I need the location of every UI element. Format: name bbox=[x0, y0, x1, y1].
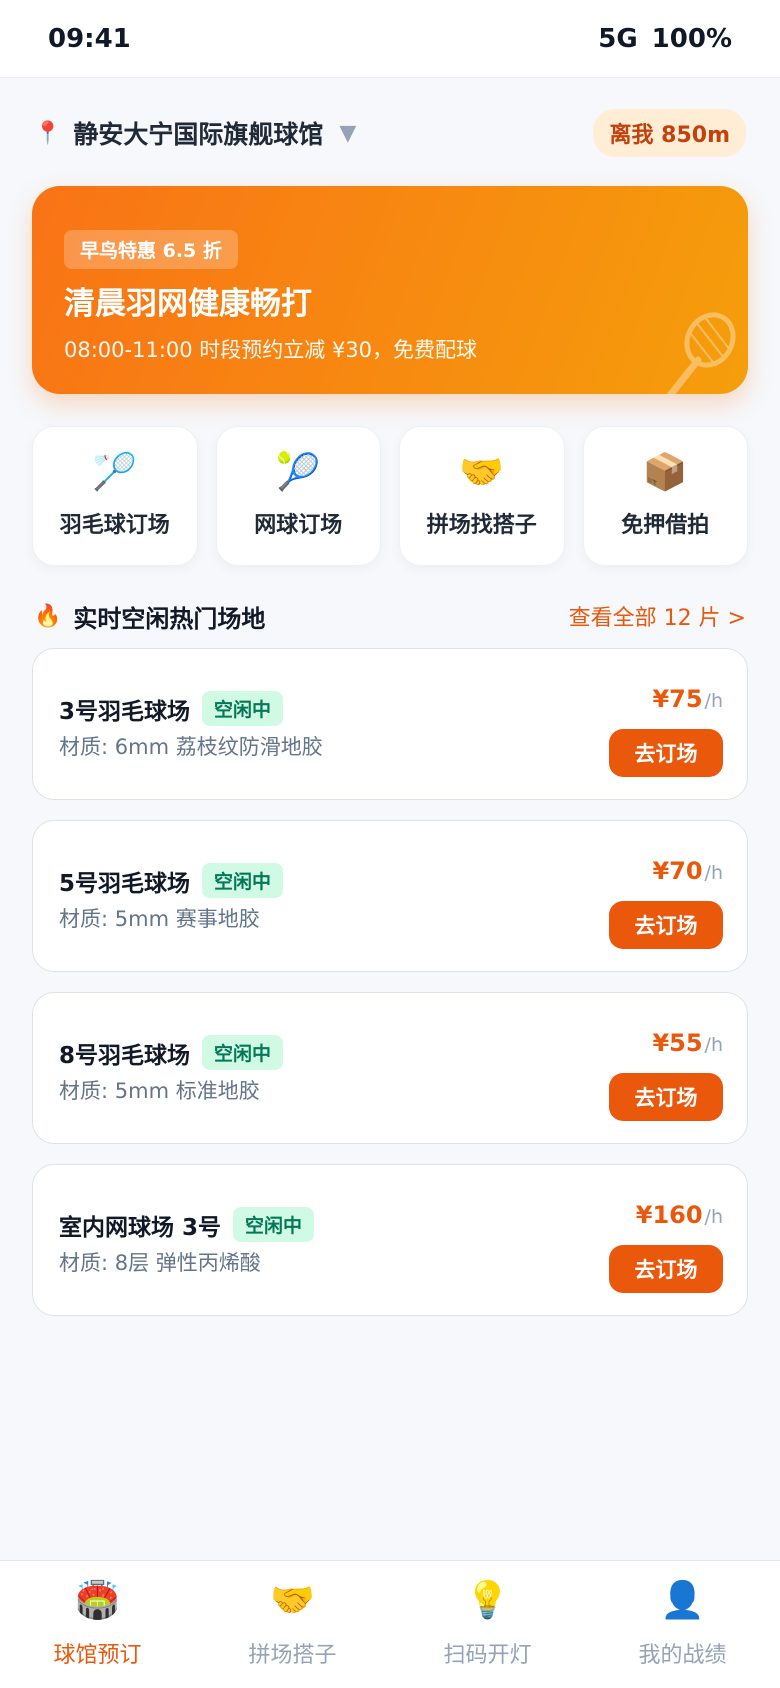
status-badge: 空闲中 bbox=[202, 691, 284, 726]
quick-action-racket-rental[interactable]: 📦 免押借拍 bbox=[582, 426, 748, 566]
tennis-icon: 🎾 bbox=[275, 452, 321, 493]
tab-partner[interactable]: 🤝 拼场搭子 bbox=[195, 1561, 390, 1688]
quick-action-label: 拼场找搭子 bbox=[426, 513, 537, 538]
venue-selector[interactable]: 📍 静安大宁国际旗舰球馆 ▼ bbox=[34, 115, 356, 151]
quick-action-label: 免押借拍 bbox=[621, 513, 710, 538]
court-material: 材质: 5mm 标准地胶 bbox=[59, 1079, 260, 1103]
price-value: ¥55 bbox=[652, 1029, 703, 1057]
distance-badge: 离我 850m bbox=[593, 109, 746, 157]
badminton-icon: 🏸 bbox=[92, 452, 138, 493]
court-card[interactable]: 3号羽毛球场 空闲中 材质: 6mm 荔枝纹防滑地胶 ¥75 /h 去订场 bbox=[32, 648, 748, 800]
price-value: ¥160 bbox=[635, 1201, 703, 1229]
price-unit: /h bbox=[704, 1206, 723, 1228]
status-badge: 空闲中 bbox=[233, 1207, 315, 1242]
price-value: ¥75 bbox=[652, 685, 703, 713]
price-unit: /h bbox=[704, 862, 723, 884]
book-court-button[interactable]: 去订场 bbox=[609, 901, 723, 949]
court-name: 3号羽毛球场 bbox=[59, 698, 191, 725]
view-all-link[interactable]: 查看全部 12 片 > bbox=[569, 600, 746, 632]
price: ¥75 /h bbox=[652, 685, 723, 713]
network-indicator: 5G bbox=[598, 23, 638, 54]
venue-row: 📍 静安大宁国际旗舰球馆 ▼ 离我 850m bbox=[34, 109, 746, 157]
tab-label: 拼场搭子 bbox=[248, 1643, 337, 1668]
price: ¥160 /h bbox=[636, 1201, 723, 1229]
tab-scan-light[interactable]: 💡 扫码开灯 bbox=[390, 1561, 585, 1688]
quick-actions: 🏸 羽毛球订场 🎾 网球订场 🤝 拼场找搭子 📦 免押借拍 bbox=[32, 426, 748, 566]
racket-icon bbox=[666, 312, 736, 394]
promo-subtitle: 08:00-11:00 时段预约立减 ¥30，免费配球 bbox=[64, 338, 478, 362]
court-material: 材质: 8层 弹性丙烯酸 bbox=[59, 1251, 261, 1275]
battery-indicator: 100% bbox=[651, 23, 732, 54]
court-material: 材质: 6mm 荔枝纹防滑地胶 bbox=[59, 735, 323, 759]
promo-tag: 早鸟特惠 6.5 折 bbox=[64, 230, 238, 269]
bottom-tab-bar: 🏟️ 球馆预订 🤝 拼场搭子 💡 扫码开灯 👤 我的战绩 bbox=[0, 1560, 780, 1688]
promo-banner[interactable]: 早鸟特惠 6.5 折 清晨羽网健康畅打 08:00-11:00 时段预约立减 ¥… bbox=[32, 186, 748, 394]
price-value: ¥70 bbox=[652, 857, 703, 885]
section-header: 🔥 实时空闲热门场地 查看全部 12 片 > bbox=[34, 596, 746, 636]
quick-action-find-partner[interactable]: 🤝 拼场找搭子 bbox=[399, 426, 565, 566]
court-name: 室内网球场 3号 bbox=[59, 1214, 222, 1241]
quick-action-label: 羽毛球订场 bbox=[59, 513, 170, 538]
status-badge: 空闲中 bbox=[202, 863, 284, 898]
lightbulb-icon: 💡 bbox=[465, 1580, 510, 1621]
chevron-down-icon: ▼ bbox=[339, 120, 357, 146]
package-icon: 📦 bbox=[642, 452, 688, 493]
tab-label: 我的战绩 bbox=[638, 1643, 727, 1668]
handshake-icon: 🤝 bbox=[459, 452, 505, 493]
book-court-button[interactable]: 去订场 bbox=[609, 729, 723, 777]
court-name: 5号羽毛球场 bbox=[59, 870, 191, 897]
quick-action-label: 网球订场 bbox=[254, 513, 343, 538]
court-material: 材质: 5mm 赛事地胶 bbox=[59, 907, 260, 931]
section-title: 实时空闲热门场地 bbox=[73, 604, 266, 633]
tab-label: 球馆预订 bbox=[53, 1643, 142, 1668]
court-name: 8号羽毛球场 bbox=[59, 1042, 191, 1069]
book-court-button[interactable]: 去订场 bbox=[609, 1073, 723, 1121]
status-badge: 空闲中 bbox=[202, 1035, 284, 1070]
handshake-icon: 🤝 bbox=[270, 1580, 315, 1621]
court-card[interactable]: 室内网球场 3号 空闲中 材质: 8层 弹性丙烯酸 ¥160 /h 去订场 bbox=[32, 1164, 748, 1316]
location-pin-icon: 📍 bbox=[34, 120, 62, 146]
court-list: 3号羽毛球场 空闲中 材质: 6mm 荔枝纹防滑地胶 ¥75 /h 去订场 5号… bbox=[32, 648, 748, 1336]
tab-my-record[interactable]: 👤 我的战绩 bbox=[585, 1561, 780, 1688]
book-court-button[interactable]: 去订场 bbox=[609, 1245, 723, 1293]
price-unit: /h bbox=[704, 1034, 723, 1056]
court-card[interactable]: 5号羽毛球场 空闲中 材质: 5mm 赛事地胶 ¥70 /h 去订场 bbox=[32, 820, 748, 972]
fire-icon: 🔥 bbox=[34, 603, 62, 629]
quick-action-tennis-booking[interactable]: 🎾 网球订场 bbox=[215, 426, 381, 566]
status-indicators: 5G 100% bbox=[598, 24, 732, 54]
status-bar: 09:41 5G 100% bbox=[0, 0, 780, 78]
promo-title: 清晨羽网健康畅打 bbox=[64, 286, 312, 322]
quick-action-badminton-booking[interactable]: 🏸 羽毛球订场 bbox=[32, 426, 198, 566]
tab-label: 扫码开灯 bbox=[443, 1643, 532, 1668]
user-icon: 👤 bbox=[660, 1580, 705, 1621]
price: ¥55 /h bbox=[652, 1029, 723, 1057]
tab-venue-booking[interactable]: 🏟️ 球馆预订 bbox=[0, 1561, 195, 1688]
status-time: 09:41 bbox=[48, 23, 131, 54]
venue-name: 静安大宁国际旗舰球馆 bbox=[73, 120, 324, 149]
stadium-icon: 🏟️ bbox=[75, 1580, 120, 1621]
price-unit: /h bbox=[704, 690, 723, 712]
court-card[interactable]: 8号羽毛球场 空闲中 材质: 5mm 标准地胶 ¥55 /h 去订场 bbox=[32, 992, 748, 1144]
price: ¥70 /h bbox=[652, 857, 723, 885]
